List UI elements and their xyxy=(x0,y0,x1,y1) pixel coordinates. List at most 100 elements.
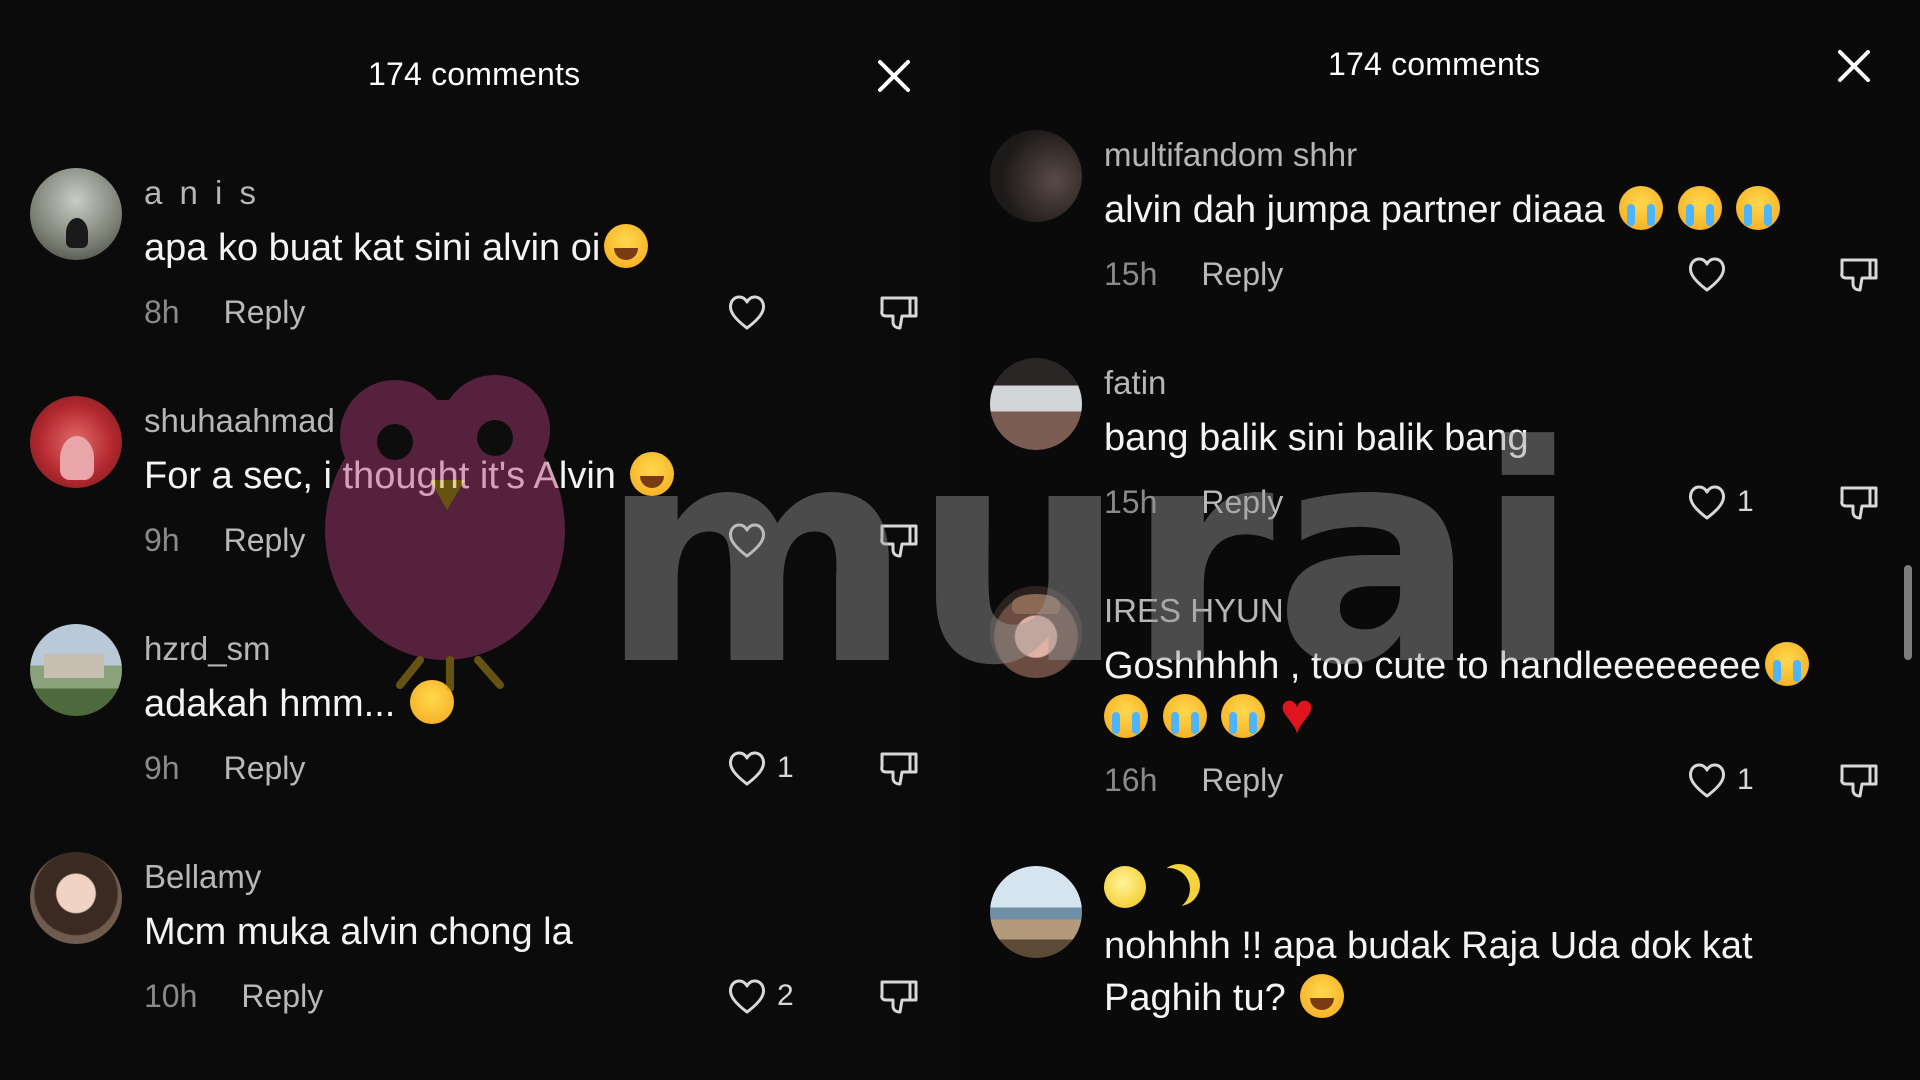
like-button[interactable] xyxy=(1685,252,1737,296)
crying-emoji xyxy=(1104,694,1148,738)
comments-panel-left: 174 comments a n i s apa ko buat kat sin… xyxy=(0,0,960,1080)
crying-emoji xyxy=(1765,642,1810,686)
dislike-icon[interactable] xyxy=(1836,480,1880,524)
comment-item: hzrd_sm adakah hmm... 9h Reply 1 xyxy=(0,624,960,814)
comment-time: 10h xyxy=(144,978,198,1014)
comment-meta: 8h Reply xyxy=(144,294,305,331)
comment-username[interactable] xyxy=(1104,866,1196,913)
avatar[interactable] xyxy=(30,624,122,716)
like-button[interactable]: 1 xyxy=(725,746,794,790)
heart-outline-icon xyxy=(1688,763,1726,798)
comment-time: 15h xyxy=(1104,484,1158,520)
comment-meta: 9h Reply xyxy=(144,750,305,787)
avatar[interactable] xyxy=(30,396,122,488)
heart-outline-icon xyxy=(1688,257,1726,292)
like-count: 1 xyxy=(1737,485,1754,518)
comment-meta: 15h Reply xyxy=(1104,484,1283,521)
like-button[interactable]: 1 xyxy=(1685,758,1754,802)
comment-username[interactable]: a n i s xyxy=(144,174,260,212)
dislike-icon[interactable] xyxy=(876,290,920,334)
heart-outline-icon xyxy=(728,295,766,330)
heart-outline-icon xyxy=(728,751,766,786)
comment-text: Mcm muka alvin chong la xyxy=(144,911,573,953)
sun-emoji xyxy=(1104,866,1146,908)
comment-username[interactable]: shuhaahmad xyxy=(144,402,335,440)
like-button[interactable]: 2 xyxy=(725,974,794,1018)
comments-count-title: 174 comments xyxy=(368,56,581,92)
comment-text: bang balik sini balik bang xyxy=(1104,417,1529,459)
reply-button[interactable]: Reply xyxy=(1201,762,1283,798)
comment-time: 9h xyxy=(144,750,180,786)
reply-button[interactable]: Reply xyxy=(224,294,306,330)
comment-item: shuhaahmad For a sec, i thought it's Alv… xyxy=(0,396,960,586)
comment-time: 15h xyxy=(1104,256,1158,292)
comments-count-title: 174 comments xyxy=(1328,46,1541,82)
crying-emoji xyxy=(1619,186,1664,230)
comment-text: adakah hmm... xyxy=(144,678,454,730)
comment-text: For a sec, i thought it's Alvin xyxy=(144,450,675,502)
comment-item: nohhhh !! apa budak Raja Uda dok kat Pag… xyxy=(960,866,1920,1066)
crying-emoji xyxy=(1736,186,1781,230)
crying-emoji xyxy=(1162,694,1207,738)
comment-item: a n i s apa ko buat kat sini alvin oi 8h… xyxy=(0,168,960,358)
heart-outline-icon xyxy=(1688,485,1726,520)
scrollbar[interactable] xyxy=(1904,565,1912,660)
dislike-icon[interactable] xyxy=(876,746,920,790)
comment-username[interactable]: Bellamy xyxy=(144,858,261,896)
heart-outline-icon xyxy=(728,523,766,558)
crying-emoji xyxy=(1221,694,1266,738)
heart-outline-icon xyxy=(728,979,766,1014)
avatar[interactable] xyxy=(990,130,1082,222)
like-count: 1 xyxy=(1737,763,1754,796)
reply-button[interactable]: Reply xyxy=(241,978,323,1014)
comment-time: 8h xyxy=(144,294,180,330)
comment-meta: 16h Reply xyxy=(1104,762,1283,799)
close-icon[interactable] xyxy=(1832,44,1876,88)
comment-time: 9h xyxy=(144,522,180,558)
comment-username[interactable]: fatin xyxy=(1104,364,1166,402)
comment-meta: 9h Reply xyxy=(144,522,305,559)
comment-meta: 10h Reply xyxy=(144,978,323,1015)
avatar[interactable] xyxy=(990,866,1082,958)
dislike-icon[interactable] xyxy=(1836,252,1880,296)
comment-item: IRES HYUN Goshhhhh , too cute to handlee… xyxy=(960,586,1920,826)
reply-button[interactable]: Reply xyxy=(1201,256,1283,292)
comment-text: Paghih tu? xyxy=(1104,972,1345,1024)
comment-item: fatin bang balik sini balik bang 15h Repl… xyxy=(960,358,1920,548)
avatar[interactable] xyxy=(990,358,1082,450)
laughing-emoji xyxy=(604,224,649,268)
comment-username[interactable]: IRES HYUN xyxy=(1104,592,1284,630)
dislike-icon[interactable] xyxy=(1836,758,1880,802)
avatar[interactable] xyxy=(990,586,1082,678)
like-button[interactable] xyxy=(725,290,777,334)
comment-item: Bellamy Mcm muka alvin chong la 10h Reply… xyxy=(0,852,960,1042)
comment-username[interactable]: hzrd_sm xyxy=(144,630,271,668)
comment-meta: 15h Reply xyxy=(1104,256,1283,293)
comment-text-emojis xyxy=(1104,684,1326,744)
dislike-icon[interactable] xyxy=(876,974,920,1018)
like-count: 1 xyxy=(777,751,794,784)
close-icon[interactable] xyxy=(872,54,916,98)
avatar[interactable] xyxy=(30,168,122,260)
red-heart-emoji xyxy=(1280,684,1326,744)
dislike-icon[interactable] xyxy=(876,518,920,562)
comment-time: 16h xyxy=(1104,762,1158,798)
moon-emoji xyxy=(1148,868,1190,910)
reply-button[interactable]: Reply xyxy=(1201,484,1283,520)
comments-panel-right: 174 comments multifandom shhr alvin dah … xyxy=(960,0,1920,1080)
comment-text: apa ko buat kat sini alvin oi xyxy=(144,222,649,274)
like-button[interactable]: 1 xyxy=(1685,480,1754,524)
comment-item: multifandom shhr alvin dah jumpa partner… xyxy=(960,130,1920,320)
reply-button[interactable]: Reply xyxy=(224,522,306,558)
laughing-emoji xyxy=(1300,974,1345,1018)
peeking-emoji xyxy=(409,680,454,724)
avatar[interactable] xyxy=(30,852,122,944)
comment-username[interactable]: multifandom shhr xyxy=(1104,136,1357,174)
like-button[interactable] xyxy=(725,518,777,562)
comment-text: nohhhh !! apa budak Raja Uda dok kat xyxy=(1104,925,1753,967)
crying-emoji xyxy=(1677,186,1722,230)
comment-text: alvin dah jumpa partner diaaa xyxy=(1104,184,1781,236)
reply-button[interactable]: Reply xyxy=(224,750,306,786)
like-count: 2 xyxy=(777,979,794,1012)
comment-text: Goshhhhh , too cute to handleeeeeeee xyxy=(1104,640,1810,692)
